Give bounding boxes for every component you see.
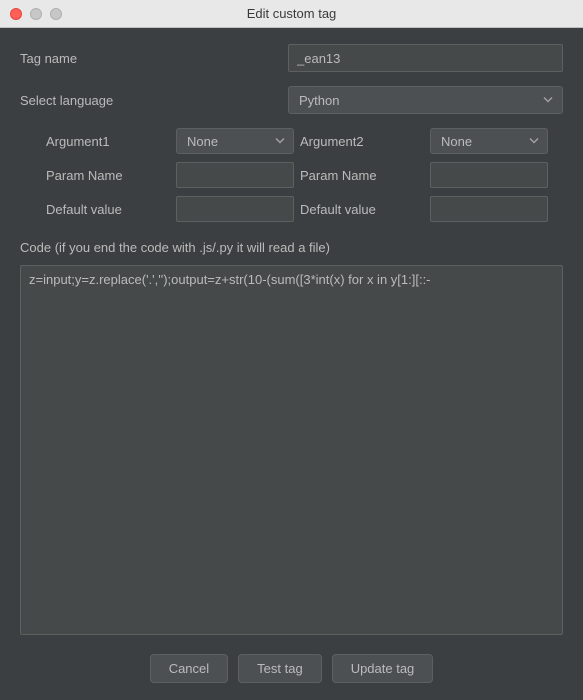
arguments-grid: Argument1 None Argument2 None Param Name… <box>20 128 563 222</box>
language-select-value: Python <box>299 93 339 108</box>
chevron-down-icon <box>529 134 539 149</box>
argument1-default-label: Default value <box>46 196 170 222</box>
tag-name-input[interactable] <box>288 44 563 72</box>
language-select[interactable]: Python <box>288 86 563 114</box>
argument1-label: Argument1 <box>46 128 170 154</box>
window-title: Edit custom tag <box>0 6 583 21</box>
argument1-param-label: Param Name <box>46 162 170 188</box>
code-textarea[interactable] <box>20 265 563 635</box>
code-label: Code (if you end the code with .js/.py i… <box>20 240 563 255</box>
argument1-type-select[interactable]: None <box>176 128 294 154</box>
titlebar: Edit custom tag <box>0 0 583 28</box>
button-row: Cancel Test tag Update tag <box>20 654 563 683</box>
argument2-default-input[interactable] <box>430 196 548 222</box>
window-controls <box>0 8 62 20</box>
maximize-icon[interactable] <box>50 8 62 20</box>
cancel-button[interactable]: Cancel <box>150 654 228 683</box>
tag-name-row: Tag name <box>20 44 563 72</box>
argument1-default-input[interactable] <box>176 196 294 222</box>
test-tag-button[interactable]: Test tag <box>238 654 322 683</box>
close-icon[interactable] <box>10 8 22 20</box>
argument2-param-label: Param Name <box>300 162 424 188</box>
chevron-down-icon <box>275 134 285 149</box>
minimize-icon[interactable] <box>30 8 42 20</box>
dialog-content: Tag name Select language Python Argument… <box>0 28 583 699</box>
update-tag-button[interactable]: Update tag <box>332 654 434 683</box>
argument2-label: Argument2 <box>300 128 424 154</box>
argument2-type-select[interactable]: None <box>430 128 548 154</box>
chevron-down-icon <box>543 93 553 108</box>
argument2-type-value: None <box>441 134 472 149</box>
argument2-default-label: Default value <box>300 196 424 222</box>
argument1-type-value: None <box>187 134 218 149</box>
argument1-param-input[interactable] <box>176 162 294 188</box>
argument2-param-input[interactable] <box>430 162 548 188</box>
tag-name-label: Tag name <box>20 51 288 66</box>
language-select-wrap: Python <box>288 86 563 114</box>
language-row: Select language Python <box>20 86 563 114</box>
language-label: Select language <box>20 93 288 108</box>
